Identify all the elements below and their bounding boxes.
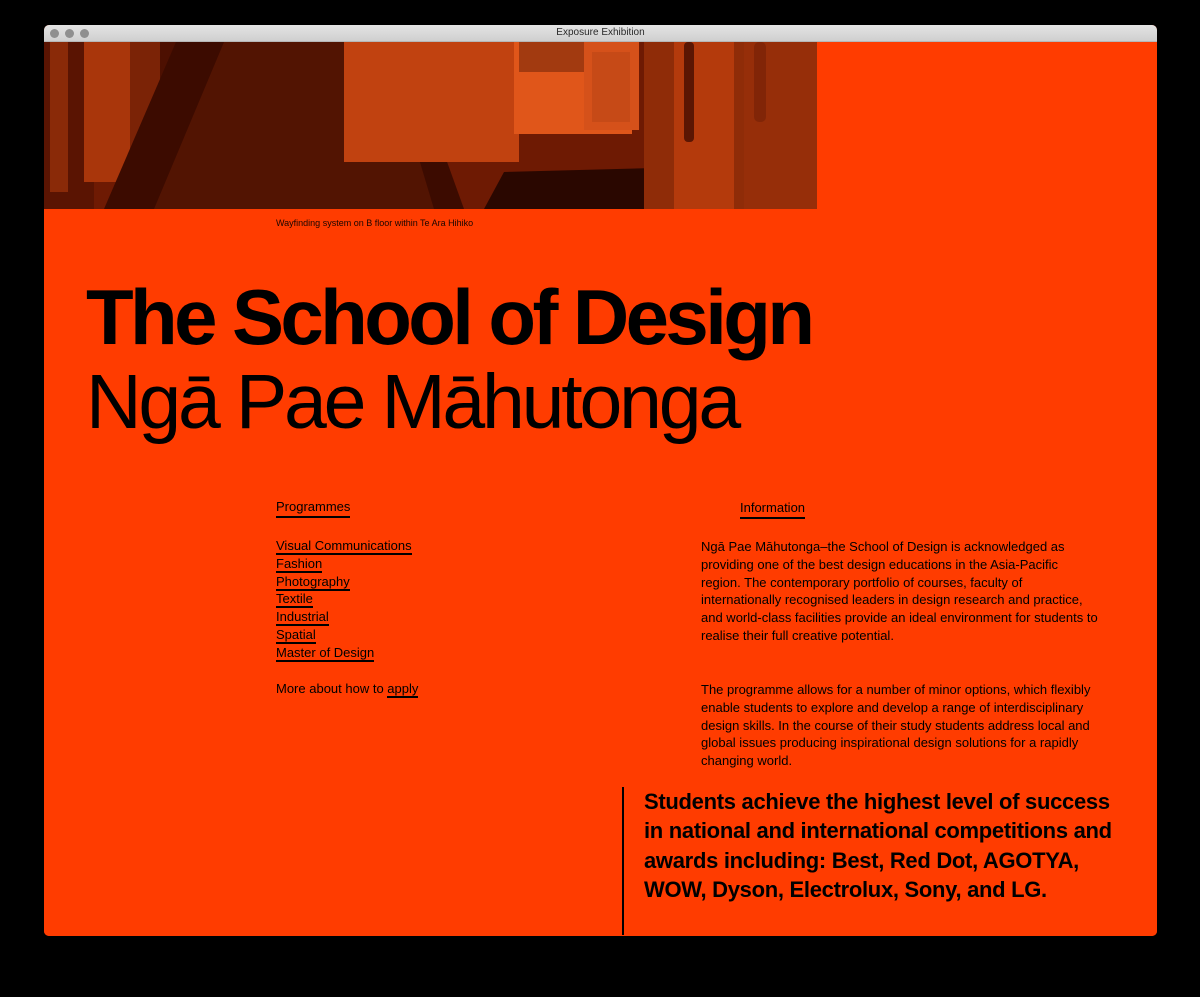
page-content: Wayfinding system on B floor within Te A…	[44, 42, 1157, 936]
list-item: Fashion	[276, 555, 412, 574]
window-title: Exposure Exhibition	[556, 27, 645, 38]
apply-link[interactable]: apply	[387, 681, 419, 698]
list-item: Textile	[276, 591, 412, 609]
apply-prefix: More about how to	[276, 681, 388, 696]
apply-text: More about how to apply	[276, 681, 419, 698]
window-titlebar[interactable]: Exposure Exhibition	[44, 25, 1157, 42]
information-heading-link[interactable]: Information	[740, 500, 806, 519]
page-subtitle: Ngā Pae Māhutonga	[86, 359, 741, 445]
awards-pull-quote: Students achieve the highest level of su…	[644, 789, 1112, 903]
information-paragraph-1: Ngā Pae Māhutonga–the School of Design i…	[701, 539, 1098, 643]
information-paragraph-2: The programme allows for a number of min…	[701, 682, 1091, 769]
programme-link-visual-communications[interactable]: Visual Communications	[276, 538, 412, 555]
programme-link-textile[interactable]: Textile	[276, 591, 313, 609]
list-item: Master of Design	[276, 644, 412, 663]
list-item: Spatial	[276, 626, 412, 645]
quote-divider	[622, 787, 624, 935]
photo-caption: Wayfinding system on B floor within Te A…	[276, 218, 474, 228]
programme-link-industrial[interactable]: Industrial	[276, 609, 329, 627]
wayfinding-photo	[44, 42, 817, 209]
programme-link-master-of-design[interactable]: Master of Design	[276, 644, 375, 662]
programmes-list: Visual Communications Fashion Photograph…	[276, 538, 412, 663]
list-item: Photography	[276, 573, 412, 592]
list-item: Industrial	[276, 609, 412, 627]
list-item: Visual Communications	[276, 538, 412, 556]
programmes-heading-link[interactable]: Programmes	[276, 499, 351, 518]
programme-link-photography[interactable]: Photography	[276, 573, 350, 591]
programme-link-spatial[interactable]: Spatial	[276, 626, 316, 644]
page-title: The School of Design	[86, 273, 815, 361]
browser-window: Exposure Exhibition Wayfinding system on…	[44, 25, 1157, 936]
programme-link-fashion[interactable]: Fashion	[276, 555, 323, 573]
